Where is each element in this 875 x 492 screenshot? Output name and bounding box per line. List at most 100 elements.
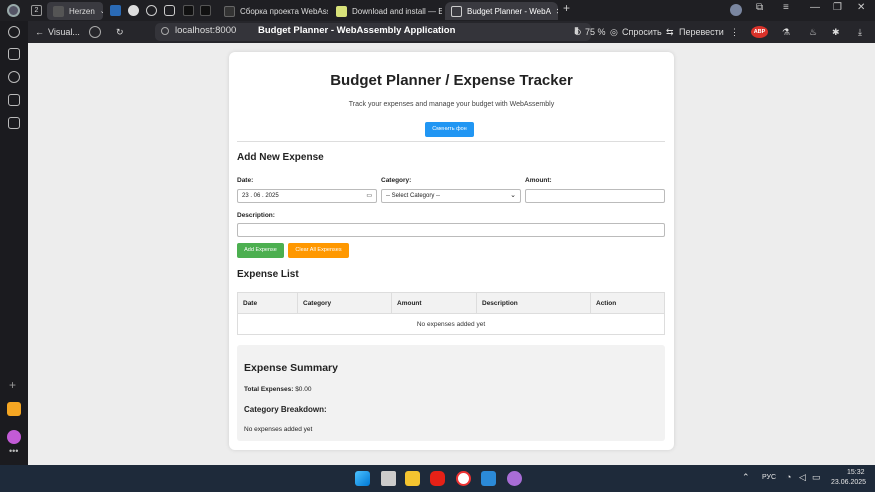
extension-icon-1[interactable]: ⚗ (782, 25, 790, 39)
browser-sidebar: + ••• (0, 21, 28, 465)
volume-icon[interactable]: ◁ (799, 472, 806, 483)
amount-input[interactable] (525, 189, 665, 203)
date-value: 23 . 06 . 2025 (242, 193, 279, 199)
tab-label: Herzen (69, 6, 95, 16)
extensions-icon[interactable]: ✱ (832, 25, 840, 39)
alice-icon[interactable] (7, 430, 21, 444)
url-field[interactable]: localhost:8000 Budget Planner - WebAssem… (155, 23, 591, 41)
new-tab-icon[interactable]: + (563, 1, 570, 15)
app-title: Budget Planner / Expense Tracker (330, 72, 573, 89)
divider (237, 141, 665, 142)
site-icon-2[interactable] (200, 5, 211, 16)
tab-herzen[interactable]: Herzen ⌄ (47, 2, 103, 20)
taskbar: ⌃ РУС ◔ ◁ ▭ 15:32 23.06.2025 (0, 465, 875, 492)
chevron-down-icon: ⌄ (99, 8, 103, 15)
description-input[interactable] (237, 223, 665, 237)
column-header-amount: Amount (391, 293, 476, 314)
screenshot-icon[interactable] (8, 117, 20, 129)
column-header-description: Description (476, 293, 590, 314)
wifi-icon[interactable]: ◔ (786, 472, 791, 482)
category-select[interactable]: -- Select Category -- ⌄ (381, 189, 521, 203)
calendar-icon[interactable] (8, 94, 20, 106)
column-header-category: Category (297, 293, 391, 314)
category-label: Category: (381, 177, 412, 184)
minimize-icon[interactable]: — (810, 2, 820, 13)
r-favicon-icon (224, 5, 235, 17)
zoom-level[interactable]: 75 % (585, 25, 606, 39)
add-expense-heading: Add New Expense (237, 152, 324, 163)
total-label: Total Expenses: (244, 386, 294, 393)
tab-label: Download and install — Em (352, 6, 442, 16)
collections-icon[interactable] (8, 48, 20, 60)
yandex-icon[interactable] (146, 5, 157, 16)
tab-label: Budget Planner - WebA (467, 6, 551, 16)
summary-heading: Expense Summary (244, 362, 338, 374)
github-icon[interactable] (128, 5, 139, 16)
ask-icon: ◎ (610, 27, 618, 37)
total-value: $0.00 (295, 386, 312, 393)
youtube-icon[interactable] (430, 471, 445, 486)
tab-count-badge[interactable]: 2 (31, 5, 42, 16)
description-label: Description: (237, 212, 275, 219)
budget-app-container: Budget Planner / Expense Tracker Track y… (229, 52, 674, 450)
change-background-button[interactable]: Сменить фон (425, 122, 474, 137)
yandex-id-icon[interactable] (89, 26, 101, 38)
back-icon[interactable]: ← (35, 25, 44, 39)
tab-budget-planner[interactable]: Budget Planner - WebA ✕ (445, 2, 558, 20)
site-icon-1[interactable] (183, 5, 194, 16)
column-header-action: Action (590, 293, 664, 314)
ask-button[interactable]: Спросить (622, 25, 662, 39)
tab-download-install[interactable]: Download and install — Em (330, 2, 442, 20)
browser-logo-icon[interactable] (7, 4, 20, 17)
battery-icon[interactable]: ▭ (812, 472, 821, 483)
calendar-icon[interactable]: ▭ (366, 190, 372, 202)
empty-table-message: No expenses added yet (416, 321, 486, 328)
tab-label: Сборка проекта WebAss (240, 6, 328, 16)
more-vert-icon[interactable]: ⋮ (730, 25, 739, 39)
tab-webassembly-build[interactable]: Сборка проекта WebAss (218, 2, 328, 20)
page-favicon-icon (451, 5, 462, 17)
total-expenses: Total Expenses: $0.00 (244, 386, 311, 393)
market-icon[interactable] (7, 402, 21, 416)
breakdown-empty-message: No expenses added yet (244, 426, 313, 433)
file-explorer-icon[interactable] (405, 471, 420, 486)
tabs-icon[interactable]: ⧉ (756, 2, 763, 13)
task-view-icon[interactable] (381, 471, 396, 486)
reload-icon[interactable]: ↻ (116, 25, 124, 39)
add-panel-icon[interactable]: + (9, 378, 16, 392)
clock-time[interactable]: 15:32 (847, 469, 865, 476)
app-icon[interactable] (507, 471, 522, 486)
yandex-browser-icon[interactable] (456, 471, 471, 486)
herzen-favicon-icon (53, 5, 64, 17)
profile-avatar-icon[interactable] (730, 4, 742, 16)
more-icon[interactable]: ••• (9, 446, 18, 456)
video-icon[interactable] (8, 71, 20, 83)
maximize-icon[interactable]: ❐ (833, 2, 842, 13)
close-tab-icon[interactable]: ✕ (556, 7, 558, 16)
history-icon[interactable] (8, 26, 20, 38)
date-input[interactable]: 23 . 06 . 2025 ▭ (237, 189, 377, 203)
back-label[interactable]: Visual... (48, 25, 80, 39)
address-bar: ← Visual... ↻ localhost:8000 Budget Plan… (28, 21, 875, 43)
chevron-down-icon: ⌄ (510, 192, 516, 199)
clock-date[interactable]: 23.06.2025 (831, 479, 866, 486)
extension-icon-2[interactable]: ♨ (809, 25, 817, 39)
translate-button[interactable]: Перевести (679, 25, 724, 39)
tray-chevron-icon[interactable]: ⌃ (742, 472, 750, 483)
mail-icon[interactable] (110, 5, 121, 16)
menu-icon[interactable]: ≡ (783, 2, 789, 13)
expense-table: Date Category Amount Description Action … (237, 292, 665, 335)
page-title-text: Budget Planner - WebAssembly Application (258, 25, 456, 36)
adblock-badge[interactable]: ABP (751, 26, 768, 38)
close-window-icon[interactable]: ✕ (857, 2, 865, 13)
clear-all-expenses-button[interactable]: Clear All Expenses (288, 243, 349, 258)
start-icon[interactable] (355, 471, 370, 486)
vscode-icon[interactable] (481, 471, 496, 486)
openai-icon[interactable] (164, 5, 175, 16)
input-language[interactable]: РУС (762, 474, 776, 481)
downloads-icon[interactable]: ⤓ (858, 25, 862, 39)
add-expense-button[interactable]: Add Expense (237, 243, 284, 258)
translate-icon: ⇆ (666, 27, 674, 37)
download-favicon-icon (336, 5, 347, 17)
date-label: Date: (237, 177, 254, 184)
